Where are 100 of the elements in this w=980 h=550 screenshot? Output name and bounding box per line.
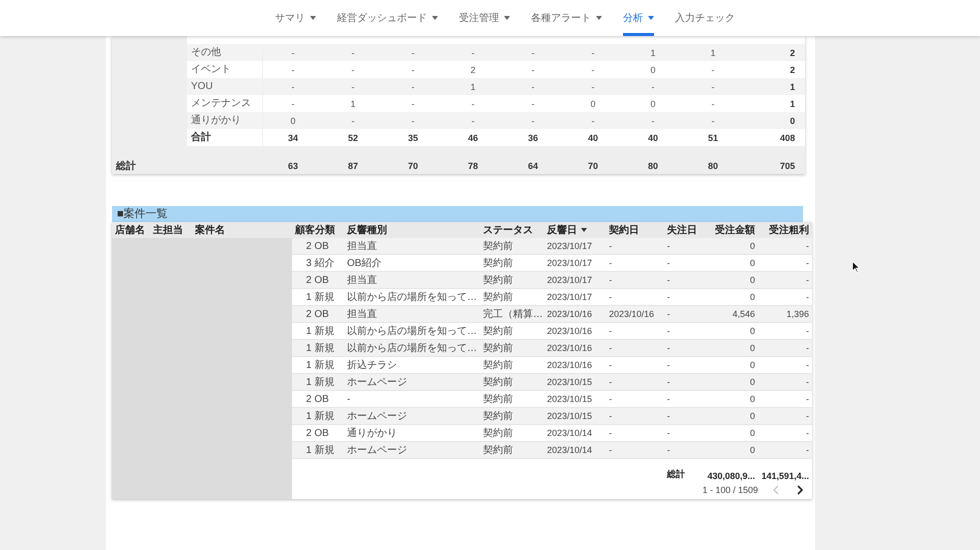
table-cell-text: ホームページ [346,410,408,423]
table-cell-text: - [410,82,416,92]
table-cell-text: 2 OB [305,428,330,438]
table-cell-text: 2 [788,64,796,74]
table-cell-text: 0 [748,360,756,370]
nav-tab[interactable]: 受注管理 [459,0,510,36]
table-cell-text: 64 [526,161,539,171]
table-cell-text: 1 新規 [305,410,336,423]
table-cell-text: - [805,394,810,404]
table-cell-text: 完工（精算… [482,308,544,321]
table-cell-text: 36 [526,132,539,142]
table-cell-text: 2023/10/17 [546,258,594,268]
column-header[interactable]: 顧客分類 [292,223,344,237]
column-header[interactable]: 受注金額 [702,223,758,237]
table-cell-text: 2 OB [305,274,330,286]
table-cell-text: 1 [709,48,716,58]
column-header[interactable]: 案件名 [192,223,292,237]
table-cell-text: 1 [788,98,796,108]
table-cell-text: 2023/10/14 [546,445,594,455]
row-label: YOU [187,78,263,95]
table-cell-text: - [805,258,810,268]
table-cell-text: - [805,241,810,251]
row-label: その他 [187,44,263,61]
table-cell-text: - [410,64,416,74]
table-cell-text: 70 [406,161,419,171]
table-cell-text: - [530,116,536,126]
column-header[interactable]: 失注日 [664,223,702,237]
total-value: 430,080,9... [706,471,756,481]
column-header[interactable]: 反響日 [544,223,606,237]
table-cell-text: 契約前 [482,358,514,372]
table-cell-text: - [666,377,671,387]
nav-tab[interactable]: 各種アラート [531,0,602,36]
table-cell-text: 以前から店の場所を知って… [346,290,478,304]
column-header[interactable]: 反響種別 [344,223,480,237]
nav-tab[interactable]: サマリ [275,0,316,36]
table-cell-text: - [666,343,671,353]
table-cell-text: - [608,377,613,387]
table-cell-text: 2023/10/16 [608,309,656,319]
table-cell-text: 担当直 [346,308,378,321]
table-cell-text: 契約前 [482,342,514,355]
table-cell-text: 0 [788,116,796,126]
table-cell-text: OB紹介 [346,257,382,270]
table-cell-text: 契約前 [482,240,514,253]
table-cell-text: ホームページ [346,444,408,457]
table-cell-text: 0 [649,64,656,74]
table-cell-text: - [350,64,356,74]
table-cell-text: 担当直 [346,240,378,253]
grand-total-label: 総計 [114,160,137,173]
table-cell-text: - [710,64,716,74]
table-cell-text: - [608,394,613,404]
table-cell-text: 契約前 [482,392,514,406]
table-cell-text: 4,546 [731,309,756,319]
table-cell-text: 40 [646,132,659,142]
table-cell-text: 0 [748,275,756,285]
table-cell-text: - [470,116,476,126]
table-cell-text: 63 [286,161,299,171]
table-cell-text: - [805,326,810,336]
table-cell-text: 契約前 [482,274,514,287]
column-header[interactable]: 契約日 [606,223,664,237]
table-cell-text: - [666,275,671,285]
table-cell-text: 2023/10/17 [546,292,594,302]
table-cell-text: 1 新規 [305,342,336,355]
column-header[interactable]: ステータス [480,223,544,237]
table-cell-text: 0 [748,411,756,421]
table-cell-text: - [530,98,536,108]
table-cell-text: - [410,98,416,108]
table-cell-text: 契約前 [482,444,514,457]
table-cell-text: 80 [706,161,719,171]
nav-tab[interactable]: 入力チェック [675,0,735,36]
table-cell-text: 0 [748,343,756,353]
table-cell-text: - [650,116,656,126]
table-cell-text: - [608,326,613,336]
column-header[interactable]: 主担当 [150,223,192,237]
table-cell-text: - [608,360,613,370]
table-cell-text: - [608,258,613,268]
table-cell-text: - [805,377,810,387]
table-cell-text: 2023/10/15 [546,411,594,421]
table-cell-text: 契約前 [482,410,514,423]
table-cell-text: - [346,394,352,404]
table-cell-text: 35 [406,132,419,142]
table-cell-text: - [710,116,716,126]
table-cell-text: - [805,360,810,370]
table-cell-text: 1 [649,48,656,58]
nav-tab[interactable]: 経営ダッシュボード [337,0,438,36]
table-cell-text: 契約前 [482,256,514,270]
table-cell-text: 78 [466,161,479,171]
table-cell-text: 2023/10/16 [546,343,594,353]
table-cell-text: - [666,258,671,268]
table-cell-text: - [666,445,671,455]
column-header[interactable]: 受注粗利 [758,223,812,237]
table-cell-text: 0 [748,445,756,455]
table-cell-text: - [710,98,716,108]
column-header[interactable]: 店舗名 [112,223,150,237]
table-cell-text: 34 [286,132,299,142]
table-cell-text: - [608,241,613,251]
table-cell-text: 以前から店の場所を知って… [346,324,478,338]
table-cell-text: 担当直 [346,274,378,287]
table-cell-text: - [290,98,296,108]
table-cell-text: 2023/10/17 [546,275,594,285]
table-cell-text: 以前から店の場所を知って… [346,342,478,355]
